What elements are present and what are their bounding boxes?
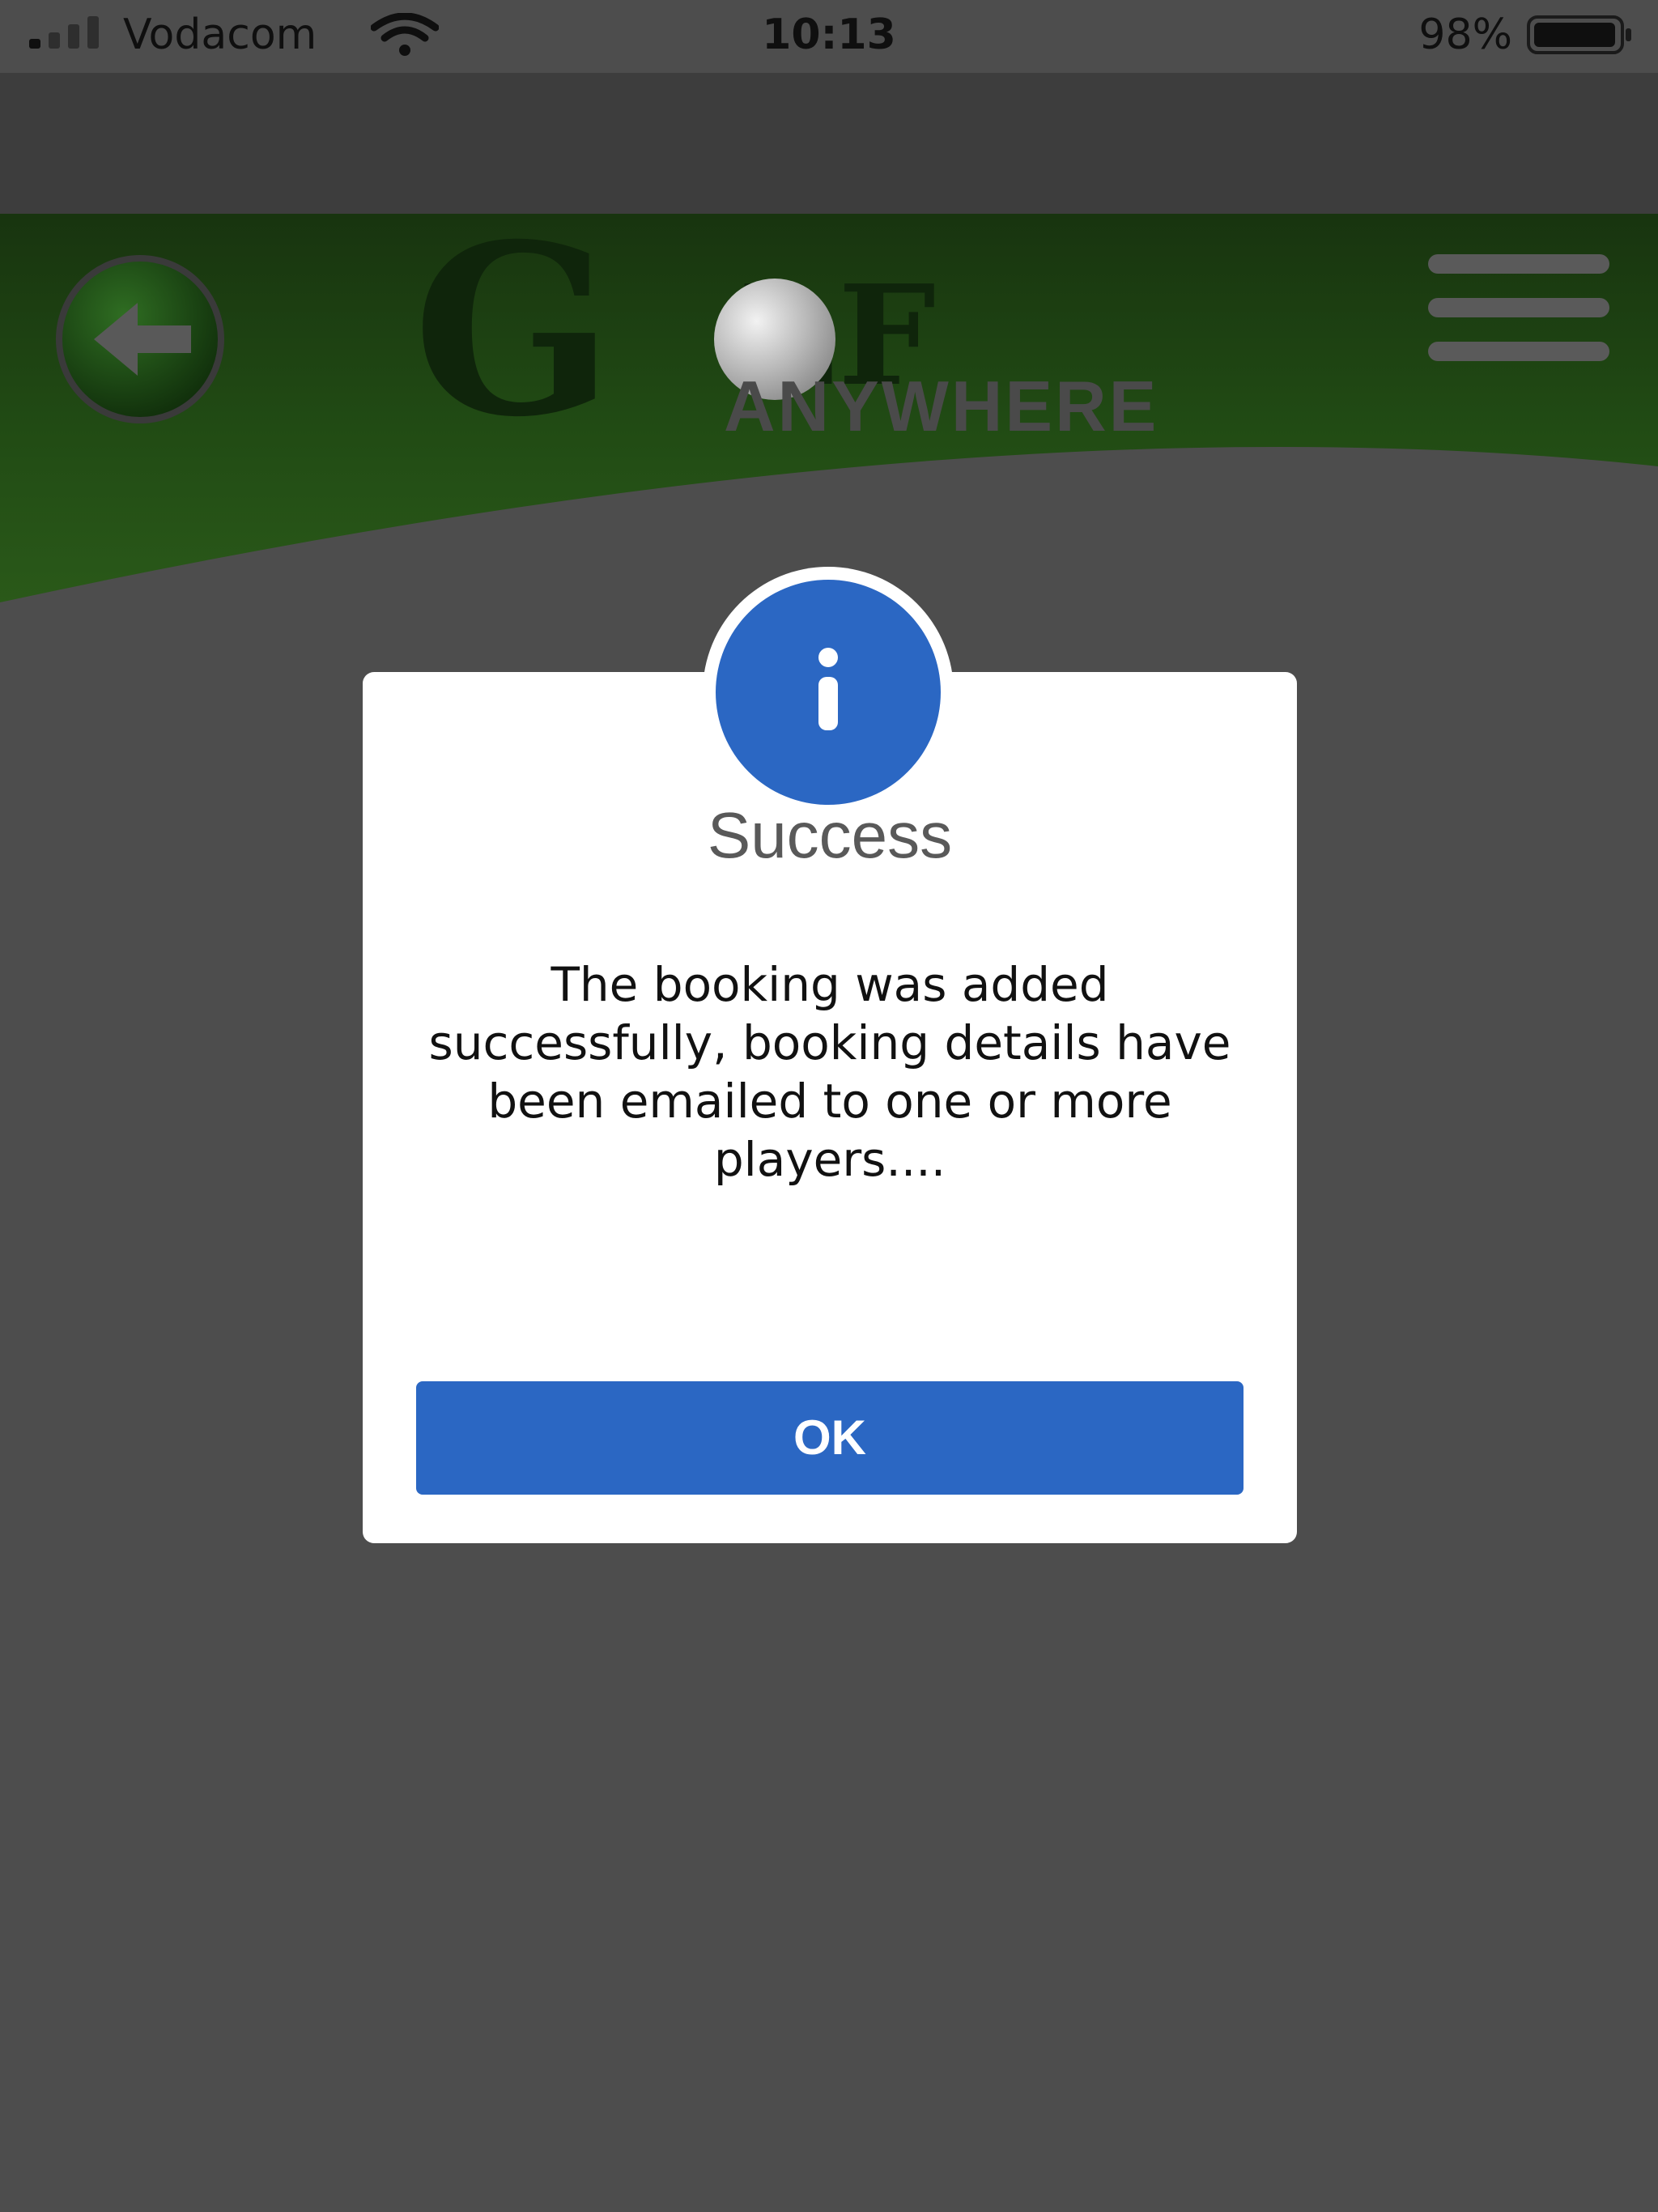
hamburger-menu-button[interactable] [1428,254,1609,361]
success-dialog: Success The booking was added successful… [363,567,1297,1543]
back-arrow-icon [56,255,224,423]
top-spacer [0,73,1658,215]
info-icon-dot [818,648,838,667]
info-icon-stem [818,677,838,730]
battery-percentage: 98% [1418,11,1512,59]
golf-anywhere-logo: G LF ANYWHERE [413,214,1287,449]
battery-icon [1527,15,1631,54]
dialog-message: The booking was added successfully, book… [428,957,1231,1187]
app-header: G LF ANYWHERE [0,214,1658,602]
back-button[interactable] [55,254,225,424]
ok-button[interactable]: OK [416,1381,1244,1495]
info-icon [703,567,954,818]
logo-subtitle: ANYWHERE [724,366,1159,446]
logo-letter-g: G [413,194,614,469]
dialog-title: Success [707,799,953,871]
status-bar: Vodacom 10:13 98% [0,0,1658,73]
status-time: 10:13 [762,11,896,59]
